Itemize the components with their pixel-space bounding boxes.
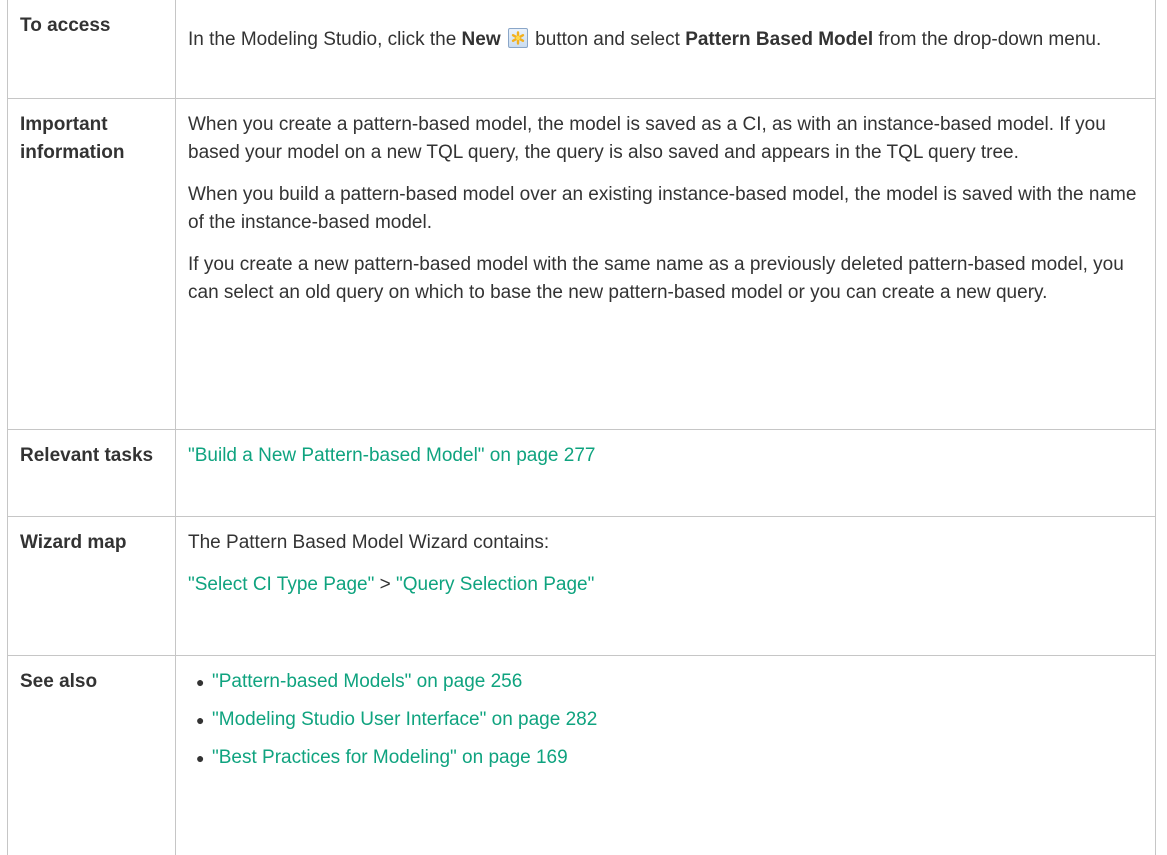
important-information-content: When you create a pattern-based model, t… <box>176 99 1156 430</box>
see-also-content: ● "Pattern-based Models" on page 256 ● "… <box>176 656 1156 855</box>
see-also-list: ● "Pattern-based Models" on page 256 ● "… <box>188 668 1143 772</box>
important-paragraph-3: If you create a new pattern-based model … <box>188 251 1143 307</box>
new-button-label: New <box>462 29 501 50</box>
row-important-information: Important information When you create a … <box>8 99 1156 430</box>
row-relevant-tasks: Relevant tasks "Build a New Pattern-base… <box>8 430 1156 517</box>
modeling-studio-ui-link[interactable]: "Modeling Studio User Interface" on page… <box>212 706 597 734</box>
see-also-label: See also <box>8 656 176 855</box>
query-selection-page-link[interactable]: "Query Selection Page" <box>396 574 594 595</box>
row-to-access: To access In the Modeling Studio, click … <box>8 0 1156 99</box>
see-also-item: ● "Modeling Studio User Interface" on pa… <box>196 706 1143 734</box>
new-star-icon <box>508 28 528 48</box>
bullet-icon: ● <box>196 706 212 734</box>
see-also-item: ● "Pattern-based Models" on page 256 <box>196 668 1143 696</box>
relevant-tasks-label: Relevant tasks <box>8 430 176 517</box>
important-paragraph-1: When you create a pattern-based model, t… <box>188 111 1143 167</box>
row-wizard-map: Wizard map The Pattern Based Model Wizar… <box>8 517 1156 656</box>
see-also-item: ● "Best Practices for Modeling" on page … <box>196 744 1143 772</box>
bullet-icon: ● <box>196 744 212 772</box>
bullet-icon: ● <box>196 668 212 696</box>
wizard-map-content: The Pattern Based Model Wizard contains:… <box>176 517 1156 656</box>
important-information-label: Important information <box>8 99 176 430</box>
row-see-also: See also ● "Pattern-based Models" on pag… <box>8 656 1156 855</box>
pattern-based-model-menu-item: Pattern Based Model <box>685 29 873 50</box>
wizard-map-label: Wizard map <box>8 517 176 656</box>
best-practices-link[interactable]: "Best Practices for Modeling" on page 16… <box>212 744 568 772</box>
important-paragraph-2: When you build a pattern-based model ove… <box>188 181 1143 237</box>
to-access-content: In the Modeling Studio, click the New bu… <box>176 0 1156 99</box>
select-ci-type-page-link[interactable]: "Select CI Type Page" <box>188 574 374 595</box>
to-access-text: In the Modeling Studio, click the New bu… <box>188 26 1143 54</box>
build-pattern-model-link[interactable]: "Build a New Pattern-based Model" on pag… <box>188 445 595 466</box>
relevant-tasks-content: "Build a New Pattern-based Model" on pag… <box>176 430 1156 517</box>
wizard-steps: "Select CI Type Page" > "Query Selection… <box>188 571 1143 599</box>
wizard-intro: The Pattern Based Model Wizard contains: <box>188 529 1143 557</box>
info-table: To access In the Modeling Studio, click … <box>7 0 1156 855</box>
to-access-label: To access <box>8 0 176 99</box>
wizard-separator: > <box>374 574 396 595</box>
pattern-based-models-link[interactable]: "Pattern-based Models" on page 256 <box>212 668 522 696</box>
